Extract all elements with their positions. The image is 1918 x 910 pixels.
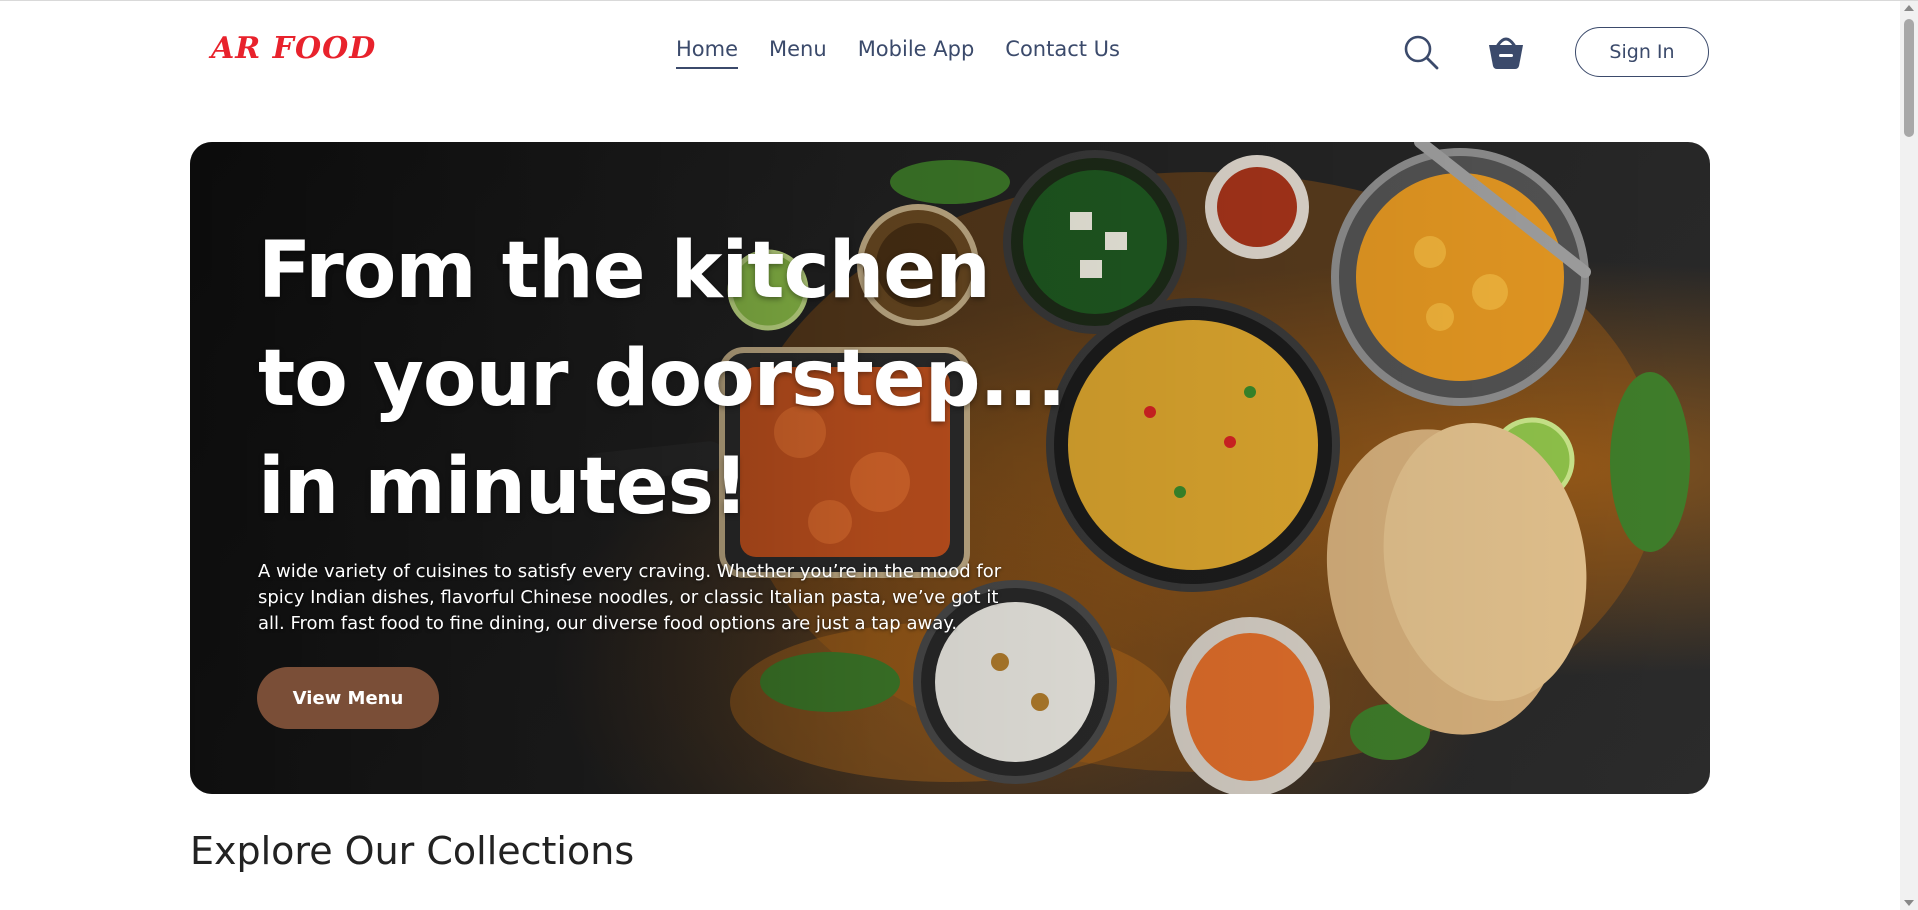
scroll-thumb[interactable] (1904, 19, 1914, 137)
basket-icon[interactable] (1486, 31, 1526, 71)
scroll-up-arrow-icon[interactable] (1904, 5, 1914, 11)
vertical-scrollbar[interactable] (1900, 1, 1918, 910)
nav-menu[interactable]: Menu (769, 37, 827, 69)
hero-title-line: in minutes! (258, 442, 749, 532)
hero-title: From the kitchen to your doorstep... in … (258, 217, 1066, 541)
hero-title-line: From the kitchen (258, 226, 991, 316)
scroll-down-arrow-icon[interactable] (1904, 900, 1914, 906)
brand-logo[interactable]: AR FOOD (211, 31, 376, 66)
hero-title-line: to your doorstep... (258, 334, 1066, 424)
nav-contact-us[interactable]: Contact Us (1005, 37, 1120, 69)
nav-home[interactable]: Home (676, 37, 739, 69)
hero-banner: From the kitchen to your doorstep... in … (190, 142, 1710, 794)
search-icon[interactable] (1402, 33, 1440, 71)
hero-description: A wide variety of cuisines to satisfy ev… (258, 561, 1002, 634)
collections-heading: Explore Our Collections (190, 829, 635, 873)
nav-mobile-app[interactable]: Mobile App (858, 37, 975, 69)
view-menu-button[interactable]: View Menu (257, 667, 439, 729)
main-nav: Home Menu Mobile App Contact Us (676, 37, 1120, 69)
navbar: AR FOOD Home Menu Mobile App Contact Us … (0, 1, 1900, 101)
sign-in-button[interactable]: Sign In (1575, 27, 1709, 77)
